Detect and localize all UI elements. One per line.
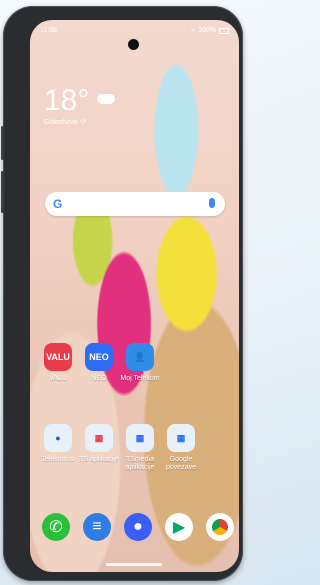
- app-label-moj-telekom: Moj Telekom: [120, 375, 160, 382]
- mic-icon[interactable]: [209, 198, 215, 208]
- weather-location-row: Goleshovo ⟳: [44, 118, 115, 127]
- google-search-bar[interactable]: G: [45, 192, 225, 216]
- messages-icon[interactable]: ≡: [83, 513, 111, 541]
- weather-temp: 18°: [44, 84, 90, 117]
- app-icon-valu[interactable]: VALU: [44, 343, 72, 371]
- weather-location: Goleshovo: [44, 118, 78, 126]
- weather-widget[interactable]: 18° Goleshovo ⟳: [44, 86, 115, 126]
- cloud-icon: [96, 94, 115, 104]
- navigation-bar: [30, 558, 239, 572]
- home-gesture-bar[interactable]: [106, 563, 162, 566]
- status-icons: ≈ 100%: [191, 27, 229, 34]
- volume-button: [1, 126, 4, 160]
- play-store-icon[interactable]: ▶: [165, 513, 193, 541]
- home-screen: 11:08 ≈ 100% 18° Goleshovo ⟳ G VALU VALU…: [30, 20, 239, 572]
- phone-frame: 11:08 ≈ 100% 18° Goleshovo ⟳ G VALU VALU…: [1, 6, 243, 581]
- battery-text: 100%: [198, 27, 216, 34]
- app-icon-neo[interactable]: NEO: [85, 343, 113, 371]
- folder-label-google-povezave: Google povezave: [166, 456, 196, 471]
- folder-icon-google-povezave[interactable]: ▦: [167, 424, 195, 452]
- app-icon-moj-telekom[interactable]: 👤: [126, 343, 154, 371]
- battery-icon: [219, 27, 229, 34]
- power-button: [1, 171, 4, 213]
- chrome-icon[interactable]: [206, 513, 234, 541]
- folder-icon-ts-aplikacije[interactable]: ▦: [85, 424, 113, 452]
- status-bar: 11:08 ≈ 100%: [30, 20, 239, 42]
- phone-icon[interactable]: ✆: [42, 513, 70, 541]
- status-time: 11:08: [40, 27, 57, 34]
- app-icon-telekom-si[interactable]: ●: [44, 424, 72, 452]
- refresh-icon: ⟳: [80, 119, 87, 126]
- folder-icon-tsmedia[interactable]: ▦: [126, 424, 154, 452]
- google-icon: G: [53, 197, 63, 211]
- wifi-icon: ≈: [191, 27, 196, 34]
- camera-icon[interactable]: ●: [124, 513, 152, 541]
